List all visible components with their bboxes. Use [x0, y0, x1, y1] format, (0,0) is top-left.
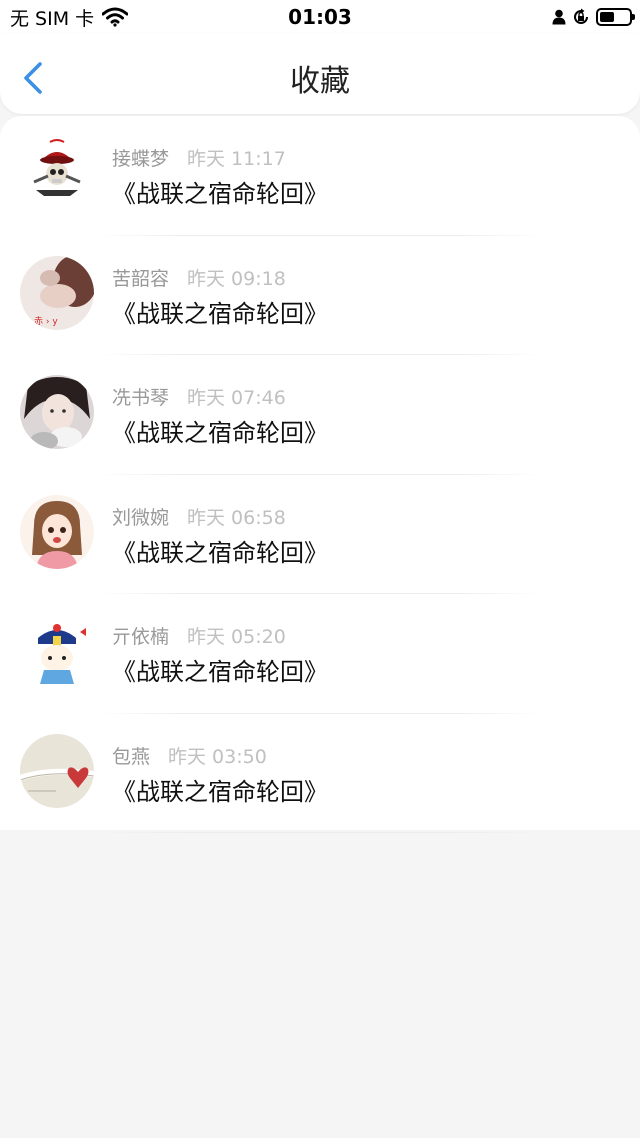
timestamp: 昨天 03:50: [168, 745, 267, 768]
divider: [95, 832, 545, 833]
avatar: [20, 494, 94, 569]
user-name: 苦韶容: [112, 267, 170, 290]
list-item[interactable]: 赤 › y 苦韶容 昨天 09:18 《战联之宿命轮回》: [0, 236, 640, 355]
list-item[interactable]: 冼书琴 昨天 07:46 《战联之宿命轮回》: [0, 355, 640, 475]
person-icon: [552, 9, 566, 25]
avatar: 赤 › y: [20, 255, 94, 330]
book-title: 《战联之宿命轮回》: [112, 538, 328, 567]
svg-text:赤 › y: 赤 › y: [34, 316, 58, 327]
avatar: [20, 614, 94, 688]
timestamp: 昨天 06:58: [187, 506, 286, 529]
book-title: 《战联之宿命轮回》: [112, 180, 328, 208]
book-title: 《战联之宿命轮回》: [112, 658, 328, 686]
timestamp: 昨天 07:46: [187, 387, 286, 409]
user-name: 包燕: [112, 745, 151, 768]
user-name: 刘微婉: [112, 506, 170, 529]
timestamp: 昨天 11:17: [187, 148, 286, 170]
status-time: 01:03: [288, 5, 352, 29]
list-item[interactable]: 亓依楠 昨天 05:20 《战联之宿命轮回》: [0, 594, 640, 714]
list-item[interactable]: 接蝶梦 昨天 11:17 《战联之宿命轮回》: [0, 116, 640, 236]
avatar: [20, 136, 94, 210]
timestamp: 昨天 05:20: [187, 626, 286, 648]
list-item[interactable]: 包燕 昨天 03:50 《战联之宿命轮回》: [0, 714, 640, 833]
nav-bar: 收藏: [0, 34, 640, 114]
avatar: [20, 375, 94, 449]
status-bar: 无 SIM 卡 01:03: [0, 0, 640, 34]
user-name: 冼书琴: [112, 387, 170, 409]
book-title: 《战联之宿命轮回》: [112, 419, 328, 447]
book-title: 《战联之宿命轮回》: [112, 777, 328, 806]
avatar: [20, 733, 94, 808]
user-name: 亓依楠: [112, 626, 170, 648]
page-title: 收藏: [290, 64, 350, 99]
book-title: 《战联之宿命轮回》: [112, 299, 328, 328]
favorites-list: 接蝶梦 昨天 11:17 《战联之宿命轮回》 赤 › y 苦韶容 昨天 09:1…: [0, 116, 640, 833]
user-name: 接蝶梦: [112, 148, 170, 170]
battery-icon: [596, 8, 635, 26]
timestamp: 昨天 09:18: [187, 267, 286, 290]
list-item[interactable]: 刘微婉 昨天 06:58 《战联之宿命轮回》: [0, 475, 640, 594]
orientation-lock-icon: [574, 8, 588, 24]
